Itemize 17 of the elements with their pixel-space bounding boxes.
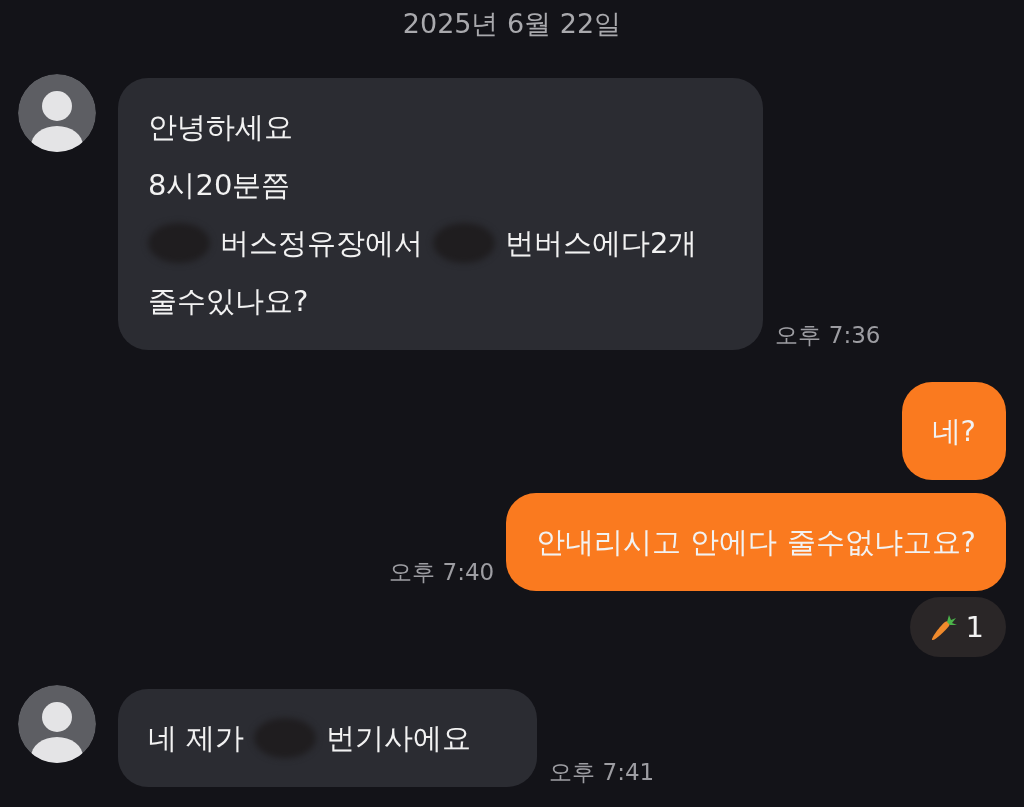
message-time: 오후 7:41 (549, 758, 655, 787)
message-text: 번버스에다2개 (505, 225, 698, 262)
message-text: 번기사에요 (326, 720, 472, 757)
message-text: 네? (931, 413, 976, 450)
message-text: 안녕하세요 (148, 109, 293, 146)
message-text: 네 제가 (148, 720, 245, 757)
reaction-badge[interactable]: 1 (909, 597, 1006, 657)
reaction-count: 1 (965, 609, 984, 646)
message-text: 줄수있나요? (148, 283, 309, 320)
message-time: 오후 7:36 (775, 321, 881, 350)
avatar-icon[interactable] (18, 74, 96, 152)
message-text: 8시20분쯤 (148, 167, 291, 204)
message-text: 안내리시고 안에다 줄수없냐고요? (536, 524, 976, 561)
date-divider: 2025년 6월 22일 (401, 7, 623, 41)
message-time: 오후 7:40 (389, 558, 495, 587)
message-text: 버스정유장에서 (220, 225, 423, 262)
avatar-icon[interactable] (18, 685, 96, 763)
